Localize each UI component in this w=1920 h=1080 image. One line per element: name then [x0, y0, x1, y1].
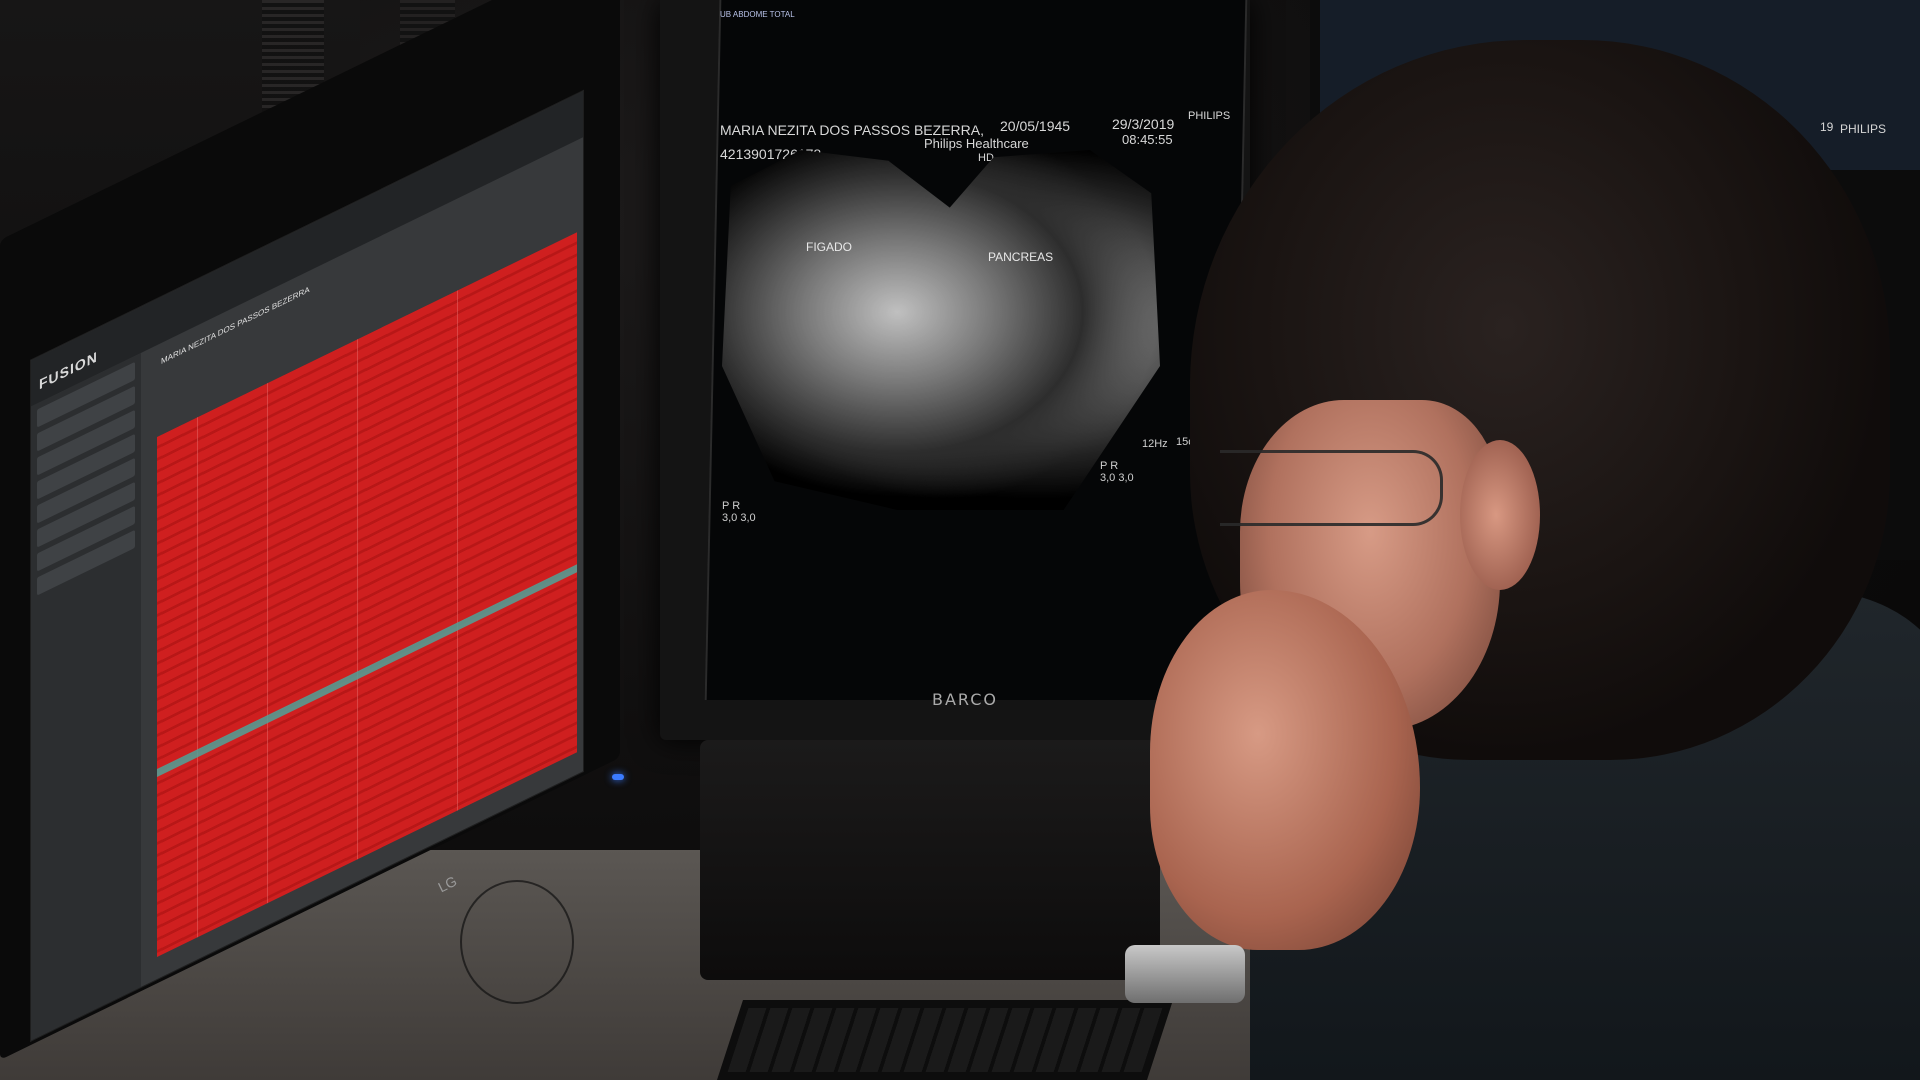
ultrasound-image: [722, 150, 1160, 510]
patient-dob: 20/05/1945: [1000, 118, 1071, 134]
exam-time: 08:45:55: [1122, 132, 1173, 147]
right-monitor-number: 19: [1820, 120, 1834, 134]
organ-label-pancreas: PANCREAS: [988, 250, 1054, 264]
table-column-divider: [267, 382, 268, 904]
vendor-label: PHILIPS: [1188, 110, 1231, 122]
organ-label-liver: FIGADO: [806, 240, 853, 254]
monitor-stand: [700, 740, 1160, 980]
exam-type-text: UB ABDOME TOTAL: [720, 10, 795, 19]
orientation-marker-left: P R 3,0 3,0: [722, 500, 756, 524]
frequency-label: 12Hz: [1142, 438, 1168, 450]
barco-logo: BARCO: [932, 690, 999, 709]
person-ear: [1460, 440, 1540, 590]
eyeglasses: [1220, 450, 1443, 526]
photo-scene: 19 PHILIPS UB ABDOME TOTAL MARIA NEZITA …: [0, 0, 1920, 1080]
table-column-divider: [357, 339, 358, 860]
app-sidebar: [31, 352, 141, 1042]
orientation-marker-right: P R 3,0 3,0: [1100, 460, 1134, 484]
right-monitor-vendor: PHILIPS: [1840, 122, 1887, 136]
table-column-divider: [457, 290, 458, 811]
keyboard: [717, 1000, 1173, 1080]
keyboard-keys: [727, 1008, 1163, 1072]
vendor-subtitle: Philips Healthcare: [924, 136, 1029, 151]
table-column-divider: [197, 417, 198, 938]
power-led: [612, 774, 624, 780]
exam-date: 29/3/2019: [1112, 116, 1175, 132]
cable: [460, 880, 574, 1004]
wristwatch: [1125, 945, 1245, 1003]
